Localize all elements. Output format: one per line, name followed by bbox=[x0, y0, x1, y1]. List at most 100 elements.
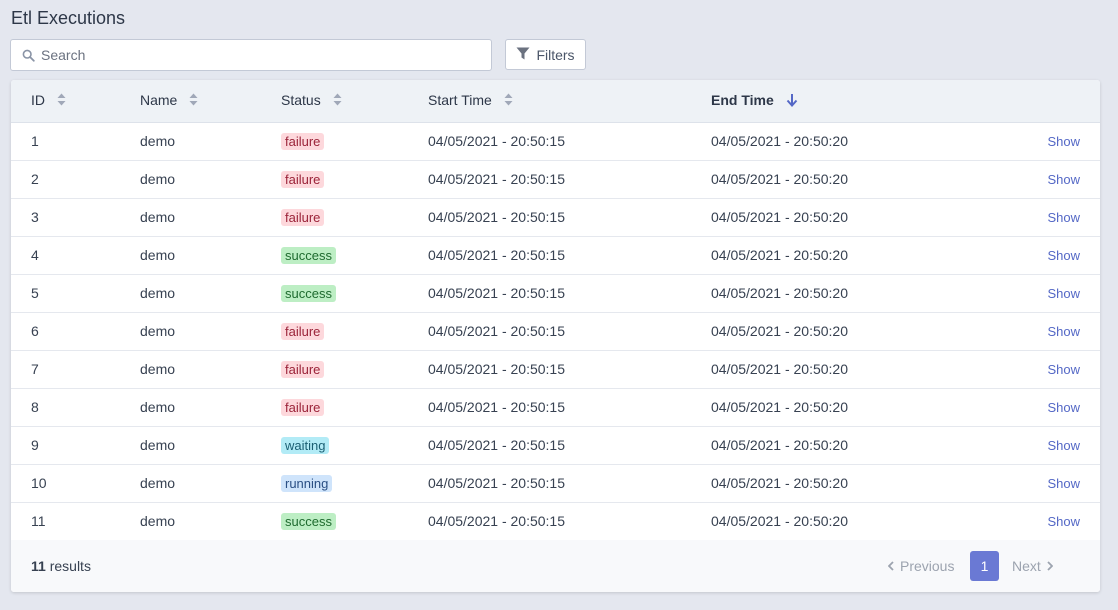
cell-name: demo bbox=[140, 236, 281, 275]
table-row: 6 demo failure 04/05/2021 - 20:50:15 04/05/2… bbox=[11, 312, 1100, 351]
cell-start-time: 04/05/2021 - 20:50:15 bbox=[428, 350, 711, 389]
table-row: 4 demo success 04/05/2021 - 20:50:15 04/05/2… bbox=[11, 236, 1100, 275]
cell-actions: Show bbox=[1011, 160, 1100, 199]
filters-button-label: Filters bbox=[536, 46, 575, 63]
cell-name: demo bbox=[140, 274, 281, 313]
filters-button[interactable]: Filters bbox=[505, 39, 586, 70]
show-link[interactable]: Show bbox=[1047, 172, 1080, 187]
cell-id: 5 bbox=[11, 274, 140, 313]
cell-start-time: 04/05/2021 - 20:50:15 bbox=[428, 236, 711, 275]
table-row: 11 demo success 04/05/2021 - 20:50:15 04/05/… bbox=[11, 502, 1100, 541]
show-link[interactable]: Show bbox=[1047, 210, 1080, 225]
column-header-actions bbox=[1011, 80, 1100, 123]
cell-actions: Show bbox=[1011, 464, 1100, 503]
cell-name: demo bbox=[140, 122, 281, 161]
table-footer: 11 results Previous 1 Next bbox=[11, 540, 1100, 592]
cell-name: demo bbox=[140, 426, 281, 465]
cell-actions: Show bbox=[1011, 122, 1100, 161]
cell-status: failure bbox=[281, 350, 428, 389]
previous-page-button[interactable]: Previous bbox=[887, 558, 954, 574]
cell-end-time: 04/05/2021 - 20:50:20 bbox=[711, 426, 1011, 465]
column-header-end-time[interactable]: End Time bbox=[711, 80, 1011, 123]
status-badge: failure bbox=[281, 208, 325, 226]
pagination: Previous 1 Next bbox=[800, 540, 1100, 592]
cell-status: failure bbox=[281, 312, 428, 351]
cell-status: failure bbox=[281, 198, 428, 237]
cell-start-time: 04/05/2021 - 20:50:15 bbox=[428, 160, 711, 199]
status-badge: failure bbox=[281, 132, 325, 150]
cell-id: 4 bbox=[11, 236, 140, 275]
status-badge: failure bbox=[281, 398, 325, 416]
chevron-left-icon bbox=[887, 558, 894, 574]
cell-end-time: 04/05/2021 - 20:50:20 bbox=[711, 350, 1011, 389]
cell-start-time: 04/05/2021 - 20:50:15 bbox=[428, 312, 711, 351]
table-row: 1 demo failure 04/05/2021 - 20:50:15 04/05/2… bbox=[11, 122, 1100, 161]
cell-status: failure bbox=[281, 160, 428, 199]
cell-id: 1 bbox=[11, 122, 140, 161]
cell-status: running bbox=[281, 464, 428, 503]
search-input[interactable] bbox=[41, 47, 481, 63]
cell-name: demo bbox=[140, 312, 281, 351]
cell-start-time: 04/05/2021 - 20:50:15 bbox=[428, 274, 711, 313]
cell-name: demo bbox=[140, 388, 281, 427]
arrow-down-icon bbox=[786, 93, 798, 110]
cell-start-time: 04/05/2021 - 20:50:15 bbox=[428, 388, 711, 427]
table-row: 8 demo failure 04/05/2021 - 20:50:15 04/05/2… bbox=[11, 388, 1100, 427]
table-body: 1 demo failure 04/05/2021 - 20:50:15 04/05/2… bbox=[11, 122, 1100, 541]
table-row: 3 demo failure 04/05/2021 - 20:50:15 04/05/2… bbox=[11, 198, 1100, 237]
cell-actions: Show bbox=[1011, 312, 1100, 351]
cell-end-time: 04/05/2021 - 20:50:20 bbox=[711, 502, 1011, 541]
cell-id: 11 bbox=[11, 502, 140, 541]
table-header-row: ID Name Status Start Time End Time bbox=[11, 80, 1100, 123]
cell-actions: Show bbox=[1011, 236, 1100, 275]
show-link[interactable]: Show bbox=[1047, 400, 1080, 415]
show-link[interactable]: Show bbox=[1047, 286, 1080, 301]
status-badge: success bbox=[281, 512, 336, 530]
cell-end-time: 04/05/2021 - 20:50:20 bbox=[711, 160, 1011, 199]
cell-id: 10 bbox=[11, 464, 140, 503]
cell-id: 8 bbox=[11, 388, 140, 427]
cell-status: failure bbox=[281, 122, 428, 161]
show-link[interactable]: Show bbox=[1047, 362, 1080, 377]
cell-id: 3 bbox=[11, 198, 140, 237]
show-link[interactable]: Show bbox=[1047, 248, 1080, 263]
status-badge: success bbox=[281, 284, 336, 302]
cell-start-time: 04/05/2021 - 20:50:15 bbox=[428, 464, 711, 503]
sort-icon bbox=[504, 93, 513, 109]
status-badge: success bbox=[281, 246, 336, 264]
cell-start-time: 04/05/2021 - 20:50:15 bbox=[428, 122, 711, 161]
cell-id: 9 bbox=[11, 426, 140, 465]
column-header-name[interactable]: Name bbox=[140, 80, 281, 123]
column-header-status[interactable]: Status bbox=[281, 80, 428, 123]
cell-actions: Show bbox=[1011, 198, 1100, 237]
sort-icon bbox=[57, 93, 66, 109]
chevron-right-icon bbox=[1047, 558, 1054, 574]
cell-start-time: 04/05/2021 - 20:50:15 bbox=[428, 426, 711, 465]
next-page-button[interactable]: Next bbox=[1012, 558, 1054, 574]
cell-end-time: 04/05/2021 - 20:50:20 bbox=[711, 312, 1011, 351]
cell-end-time: 04/05/2021 - 20:50:20 bbox=[711, 236, 1011, 275]
table-row: 10 demo running 04/05/2021 - 20:50:15 04/05/… bbox=[11, 464, 1100, 503]
cell-status: waiting bbox=[281, 426, 428, 465]
table-row: 7 demo failure 04/05/2021 - 20:50:15 04/05/2… bbox=[11, 350, 1100, 389]
show-link[interactable]: Show bbox=[1047, 134, 1080, 149]
column-header-start-time[interactable]: Start Time bbox=[428, 80, 711, 123]
cell-end-time: 04/05/2021 - 20:50:20 bbox=[711, 464, 1011, 503]
cell-end-time: 04/05/2021 - 20:50:20 bbox=[711, 122, 1011, 161]
show-link[interactable]: Show bbox=[1047, 476, 1080, 491]
cell-name: demo bbox=[140, 464, 281, 503]
status-badge: waiting bbox=[281, 436, 330, 454]
column-header-id[interactable]: ID bbox=[11, 80, 140, 123]
cell-name: demo bbox=[140, 350, 281, 389]
cell-actions: Show bbox=[1011, 426, 1100, 465]
cell-status: success bbox=[281, 236, 428, 275]
cell-name: demo bbox=[140, 502, 281, 541]
cell-actions: Show bbox=[1011, 350, 1100, 389]
show-link[interactable]: Show bbox=[1047, 438, 1080, 453]
cell-id: 2 bbox=[11, 160, 140, 199]
search-box[interactable] bbox=[10, 39, 492, 71]
show-link[interactable]: Show bbox=[1047, 514, 1080, 529]
filter-icon bbox=[516, 47, 530, 63]
page-1-button[interactable]: 1 bbox=[970, 551, 999, 581]
show-link[interactable]: Show bbox=[1047, 324, 1080, 339]
